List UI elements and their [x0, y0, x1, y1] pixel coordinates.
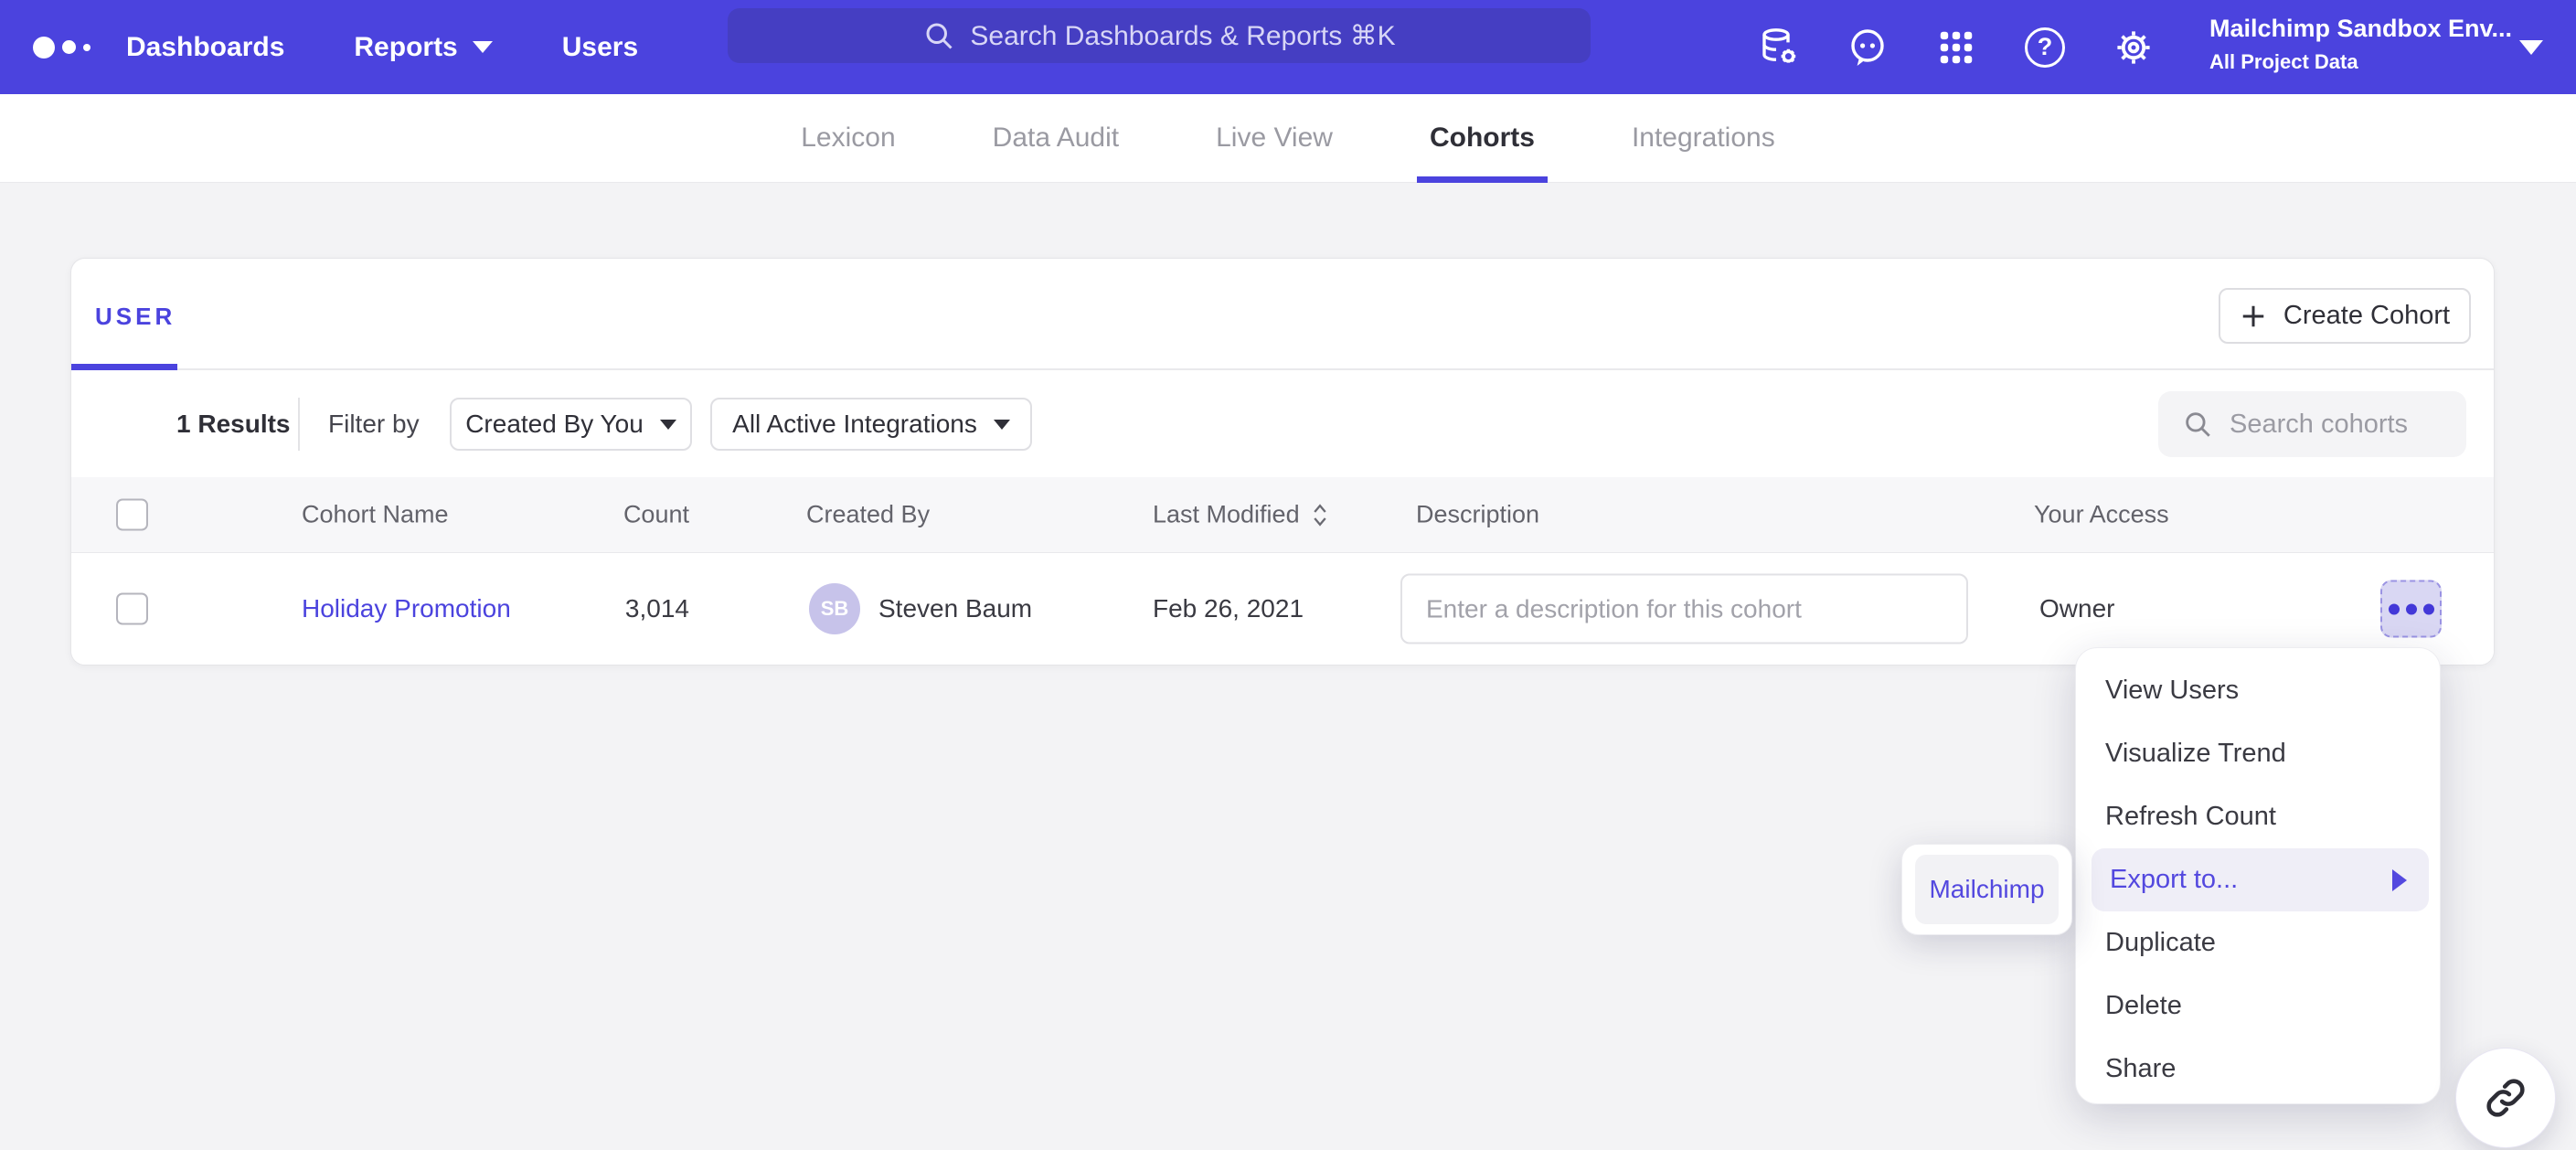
- integrations-filter-dropdown[interactable]: All Active Integrations: [710, 398, 1032, 451]
- feedback-bubble-icon[interactable]: [1846, 26, 1889, 69]
- tab-user-cohorts[interactable]: USER: [95, 303, 176, 331]
- tab-lexicon[interactable]: Lexicon: [788, 94, 908, 183]
- menu-item-visualize-trend[interactable]: Visualize Trend: [2076, 722, 2440, 785]
- mixpanel-logo[interactable]: [33, 0, 90, 94]
- nav-icon-group: ?: [1757, 0, 2156, 94]
- global-search-placeholder: Search Dashboards & Reports ⌘K: [970, 20, 1395, 52]
- logo-dot-medium: [62, 40, 76, 54]
- column-header-count[interactable]: Count: [510, 501, 689, 529]
- last-modified-value: Feb 26, 2021: [1153, 594, 1304, 623]
- logo-dot-large: [33, 37, 55, 59]
- database-gear-icon[interactable]: [1757, 26, 1801, 69]
- tab-cohorts[interactable]: Cohorts: [1417, 94, 1548, 183]
- column-header-last-modified[interactable]: Last Modified: [1153, 501, 1329, 529]
- results-count: 1 Results: [176, 410, 291, 439]
- global-search-input[interactable]: Search Dashboards & Reports ⌘K: [728, 8, 1591, 63]
- sort-icon: [1311, 501, 1329, 528]
- nav-reports[interactable]: Reports: [354, 32, 492, 63]
- tab-live-view[interactable]: Live View: [1203, 94, 1346, 183]
- row-actions-menu: View Users Visualize Trend Refresh Count…: [2075, 647, 2441, 1104]
- nav-dashboards[interactable]: Dashboards: [126, 32, 284, 63]
- menu-item-delete[interactable]: Delete: [2076, 974, 2440, 1038]
- nav-reports-label: Reports: [354, 32, 457, 63]
- column-header-your-access[interactable]: Your Access: [2034, 501, 2169, 529]
- project-name: Mailchimp Sandbox Env...: [2209, 15, 2504, 43]
- menu-item-view-users[interactable]: View Users: [2076, 659, 2440, 722]
- chevron-down-icon: [473, 41, 493, 53]
- menu-item-refresh-count[interactable]: Refresh Count: [2076, 785, 2440, 848]
- top-nav: Dashboards Reports Users Search Dashboar…: [0, 0, 2576, 94]
- create-cohort-label: Create Cohort: [2283, 301, 2450, 331]
- submenu-item-mailchimp[interactable]: Mailchimp: [1915, 855, 2059, 924]
- created-by-filter-dropdown[interactable]: Created By You: [450, 398, 692, 451]
- cohort-count: 3,014: [510, 594, 689, 623]
- panel-tabs-row: USER Create Cohort: [71, 259, 2494, 370]
- primary-nav: Dashboards Reports Users: [126, 0, 638, 94]
- filter-row: 1 Results Filter by Created By You All A…: [71, 370, 2494, 477]
- chevron-down-icon: [994, 420, 1010, 430]
- menu-item-export-to[interactable]: Export to...: [2092, 848, 2429, 911]
- tab-data-audit[interactable]: Data Audit: [980, 94, 1132, 183]
- search-cohorts-placeholder: Search cohorts: [2230, 410, 2408, 440]
- search-icon: [922, 19, 955, 52]
- project-scope: All Project Data: [2209, 50, 2504, 74]
- menu-item-share[interactable]: Share: [2076, 1038, 2440, 1101]
- created-by-name: Steven Baum: [878, 594, 1032, 623]
- column-header-description[interactable]: Description: [1416, 501, 1539, 529]
- create-cohort-button[interactable]: Create Cohort: [2219, 288, 2471, 344]
- column-header-cohort-name[interactable]: Cohort Name: [302, 501, 449, 529]
- search-cohorts-input[interactable]: Search cohorts: [2158, 391, 2466, 457]
- logo-dot-small: [83, 44, 90, 51]
- description-input[interactable]: [1400, 574, 1968, 644]
- question-mark-glyph: ?: [2025, 27, 2065, 68]
- ellipsis-dot: [2423, 603, 2434, 614]
- ellipsis-dot: [2389, 603, 2400, 614]
- created-by-cell: SB Steven Baum: [809, 583, 1032, 634]
- access-value: Owner: [2039, 594, 2114, 623]
- plus-icon: [2240, 303, 2267, 330]
- apps-grid-icon[interactable]: [1934, 26, 1978, 69]
- integrations-filter-value: All Active Integrations: [732, 410, 977, 439]
- help-icon[interactable]: ?: [2023, 26, 2067, 69]
- created-by-filter-value: Created By You: [465, 410, 644, 439]
- active-tab-underline: [71, 364, 177, 370]
- ellipsis-dot: [2406, 603, 2417, 614]
- section-tabs: Lexicon Data Audit Live View Cohorts Int…: [0, 94, 2576, 183]
- export-submenu: Mailchimp: [1901, 844, 2072, 935]
- export-to-label: Export to...: [2110, 865, 2238, 895]
- cohorts-panel: USER Create Cohort 1 Results Filter by C…: [70, 258, 2495, 666]
- table-header: Cohort Name Count Created By Last Modifi…: [71, 477, 2494, 553]
- row-checkbox[interactable]: [116, 593, 148, 625]
- copy-link-fab[interactable]: [2455, 1048, 2556, 1148]
- cohort-name-link[interactable]: Holiday Promotion: [302, 594, 511, 623]
- tab-integrations[interactable]: Integrations: [1619, 94, 1788, 183]
- column-header-created-by[interactable]: Created By: [806, 501, 930, 529]
- submenu-arrow-icon: [2392, 869, 2407, 891]
- filter-by-label: Filter by: [328, 410, 420, 439]
- select-all-checkbox[interactable]: [116, 499, 148, 531]
- link-icon: [2482, 1074, 2529, 1122]
- divider: [298, 398, 300, 451]
- nav-users[interactable]: Users: [562, 32, 638, 63]
- menu-item-duplicate[interactable]: Duplicate: [2076, 911, 2440, 974]
- settings-gear-icon[interactable]: [2112, 26, 2156, 69]
- avatar: SB: [809, 583, 860, 634]
- row-actions-button[interactable]: [2380, 580, 2442, 638]
- chevron-down-icon: [660, 420, 676, 430]
- project-chevron-down-icon[interactable]: [2519, 40, 2543, 55]
- search-icon: [2182, 409, 2213, 440]
- project-selector[interactable]: Mailchimp Sandbox Env... All Project Dat…: [2209, 15, 2504, 74]
